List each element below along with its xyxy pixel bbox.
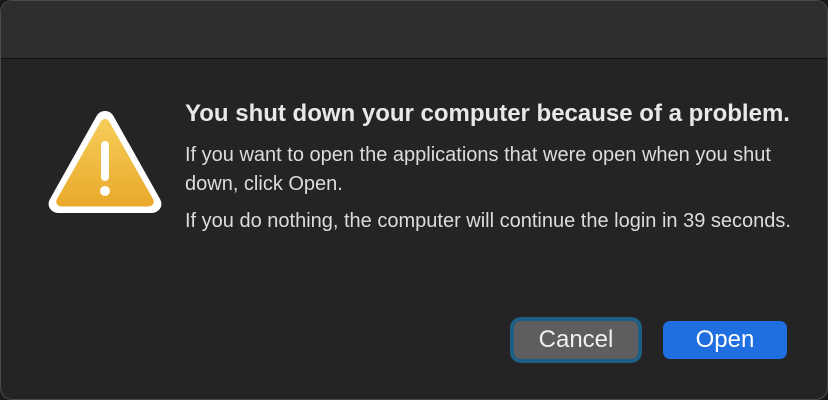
warning-icon: [45, 107, 165, 217]
title-bar: [1, 1, 827, 59]
dialog-message-countdown: If you do nothing, the computer will con…: [185, 210, 791, 232]
open-button[interactable]: Open: [663, 321, 787, 359]
dialog-headline: You shut down your computer because of a…: [185, 100, 790, 127]
dialog-content: You shut down your computer because of a…: [185, 97, 795, 244]
cancel-button[interactable]: Cancel: [514, 321, 638, 359]
dialog-window: You shut down your computer because of a…: [0, 0, 828, 400]
dialog-message-open-apps: If you want to open the applications tha…: [185, 144, 771, 195]
